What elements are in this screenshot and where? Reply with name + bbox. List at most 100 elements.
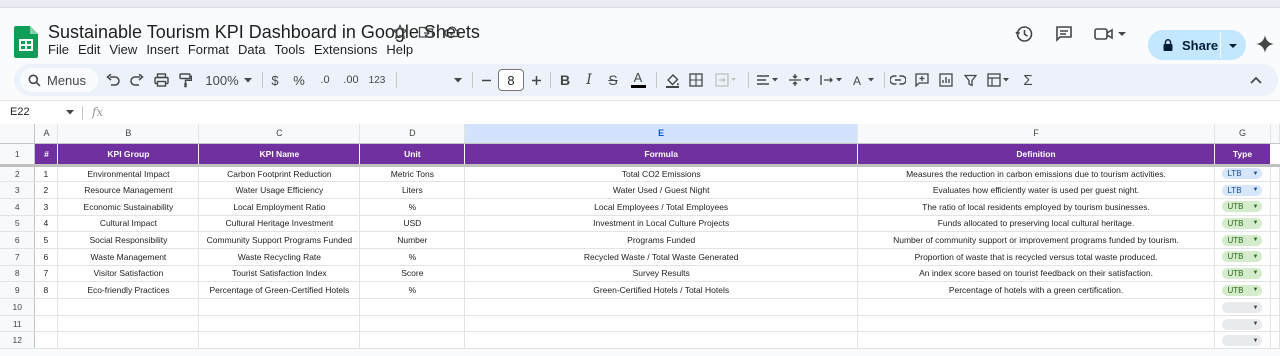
cell-type[interactable]: ▼ [1214,298,1271,316]
empty-cell[interactable] [1270,281,1280,299]
cell-formula[interactable]: Total CO2 Emissions [464,165,859,183]
decrease-font-size-icon[interactable] [478,64,494,96]
menu-view[interactable]: View [109,42,143,57]
cell-formula[interactable] [464,298,859,316]
insert-link-icon[interactable] [888,64,908,96]
column-header-g[interactable]: G [1214,124,1271,144]
row-header[interactable]: 7 [0,248,36,266]
number-format-button[interactable]: 123 [366,64,388,96]
vertical-align-icon[interactable] [786,64,814,96]
cell-kpi-name[interactable]: Tourist Satisfaction Index [198,265,361,283]
cell-formula[interactable]: Green-Certified Hotels / Total Hotels [464,281,859,299]
type-dropdown-chip-empty[interactable]: ▼ [1222,318,1263,330]
paint-format-icon[interactable] [174,64,196,96]
cell-type[interactable]: LTB ▼ [1214,165,1271,183]
cell-type[interactable]: UTB ▼ [1214,265,1271,283]
cell-number[interactable] [34,331,59,350]
cell-number[interactable]: 3 [34,198,59,216]
cell-type[interactable]: ▼ [1214,331,1271,350]
row-header[interactable]: 11 [0,315,36,333]
cell-number[interactable]: 1 [34,165,59,183]
functions-icon[interactable]: Σ [1018,64,1038,96]
cell-formula[interactable]: Survey Results [464,265,859,283]
row-header[interactable]: 8 [0,265,36,283]
cell-unit[interactable]: Metric Tons [359,165,466,183]
percent-format-button[interactable]: % [292,64,306,96]
cell-kpi-group[interactable]: Resource Management [57,181,200,199]
increase-decimal-button[interactable]: .00 [340,64,362,96]
insert-chart-icon[interactable] [936,64,956,96]
cell-definition[interactable]: Percentage of hotels with a green certif… [857,281,1215,299]
cell-kpi-name[interactable]: Carbon Footprint Reduction [198,165,361,183]
menu-edit[interactable]: Edit [78,42,106,57]
header-cell-kpi-name[interactable]: KPI Name [198,143,361,167]
zoom-select[interactable]: 100% [202,64,242,96]
type-dropdown-chip[interactable]: UTB ▼ [1222,284,1263,296]
cell-definition[interactable] [857,298,1215,316]
collapse-toolbar-icon[interactable] [1246,64,1266,96]
row-header[interactable]: 1 [0,143,36,167]
zoom-dropdown-icon[interactable] [242,64,254,96]
type-dropdown-chip[interactable]: UTB ▼ [1222,234,1263,246]
type-dropdown-chip[interactable]: LTB ▼ [1222,168,1263,180]
meet-icon[interactable] [1092,22,1116,46]
row-header[interactable]: 10 [0,298,36,316]
menu-extensions[interactable]: Extensions [314,42,384,57]
font-size-input[interactable]: 8 [498,69,524,91]
cell-kpi-group[interactable] [57,315,200,333]
menu-format[interactable]: Format [188,42,235,57]
menu-data[interactable]: Data [238,42,271,57]
cell-definition[interactable]: Funds allocated to preserving local cult… [857,215,1215,233]
empty-cell[interactable] [1270,198,1280,216]
redo-icon[interactable] [126,64,148,96]
star-icon[interactable] [391,23,409,40]
row-header[interactable]: 2 [0,165,36,183]
empty-cell[interactable] [1270,165,1280,183]
text-wrapping-icon[interactable] [818,64,846,96]
cell-formula[interactable] [464,331,859,350]
cell-kpi-group[interactable]: Eco-friendly Practices [57,281,200,299]
meet-dropdown-icon[interactable] [1116,22,1128,46]
empty-cell[interactable] [1270,231,1280,249]
font-family-dropdown-icon[interactable] [452,64,464,96]
cell-kpi-group[interactable]: Social Responsibility [57,231,200,249]
type-dropdown-chip[interactable]: UTB ▼ [1222,201,1263,213]
cell-number[interactable]: 7 [34,265,59,283]
cell-definition[interactable] [857,331,1215,350]
cell-kpi-group[interactable]: Cultural Impact [57,215,200,233]
empty-cell[interactable] [1270,315,1280,333]
empty-cell[interactable] [1270,181,1280,199]
cell-formula[interactable] [464,315,859,333]
header-cell-formula[interactable]: Formula [464,143,859,167]
menu-insert[interactable]: Insert [146,42,185,57]
cell-type[interactable]: LTB ▼ [1214,181,1271,199]
cell-kpi-name[interactable] [198,298,361,316]
empty-cell[interactable] [1270,331,1280,350]
fill-color-icon[interactable] [662,64,682,96]
column-header-f[interactable]: F [857,124,1215,144]
cell-kpi-group[interactable]: Waste Management [57,248,200,266]
row-header[interactable]: 9 [0,281,36,299]
cell-type[interactable]: UTB ▼ [1214,248,1271,266]
name-box[interactable]: E22 [10,106,30,118]
currency-format-button[interactable]: $ [268,64,282,96]
cell-definition[interactable]: Measures the reduction in carbon emissio… [857,165,1215,183]
cell-number[interactable]: 5 [34,231,59,249]
type-dropdown-chip[interactable]: UTB ▼ [1222,217,1263,229]
cell-definition[interactable]: Number of community support or improveme… [857,231,1215,249]
strikethrough-icon[interactable]: S [604,64,622,96]
header-cell-definition[interactable]: Definition [857,143,1215,167]
cell-kpi-group[interactable]: Visitor Satisfaction [57,265,200,283]
column-header-d[interactable]: D [359,124,466,144]
cell-definition[interactable]: The ratio of local residents employed by… [857,198,1215,216]
empty-cell[interactable] [1270,265,1280,283]
cell-unit[interactable]: Score [359,265,466,283]
share-dropdown-icon[interactable] [1228,38,1238,52]
insert-comment-icon[interactable] [912,64,932,96]
cell-unit[interactable] [359,315,466,333]
cell-number[interactable]: 6 [34,248,59,266]
empty-cell[interactable] [1270,215,1280,233]
text-rotation-icon[interactable]: A [850,64,878,96]
row-header[interactable]: 3 [0,181,36,199]
row-header[interactable]: 5 [0,215,36,233]
